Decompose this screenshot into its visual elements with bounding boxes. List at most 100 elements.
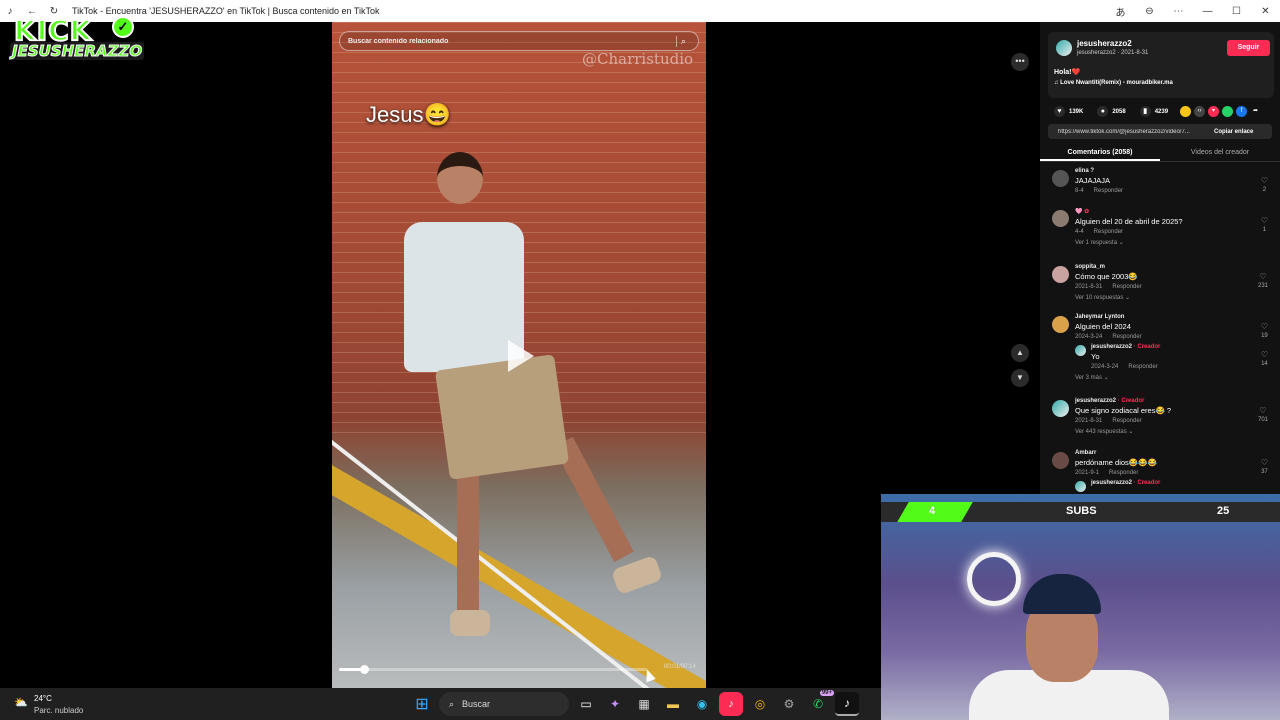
more-menu-icon[interactable]: ⋯ — [1164, 0, 1193, 22]
related-search-input[interactable] — [348, 37, 676, 45]
chrome-icon[interactable]: ◎ — [748, 692, 772, 716]
reply-avatar[interactable] — [1075, 345, 1086, 356]
commenter-avatar[interactable] — [1052, 170, 1069, 187]
share-arrow-icon[interactable]: ➦ — [1250, 106, 1261, 117]
creator-avatar[interactable] — [1056, 40, 1072, 56]
view-replies-link[interactable]: Ver 1 respuesta ⌄ — [1075, 239, 1254, 246]
search-icon[interactable]: ⌕ — [676, 35, 690, 47]
embed-icon[interactable]: ‹› — [1194, 106, 1205, 117]
view-more-link[interactable]: Ver 3 más ⌄ — [1075, 374, 1254, 381]
comment-date: 2021-8-31 — [1075, 284, 1103, 290]
comment-item: Jaheymar Lynton Alguien del 2024 2024-3-… — [1040, 314, 1280, 398]
comment-like[interactable]: ♡ 37 — [1261, 458, 1268, 475]
comment-text: Cómo que 2003😂 — [1075, 272, 1138, 281]
facebook-icon[interactable]: f — [1236, 106, 1247, 117]
play-icon[interactable] — [508, 340, 534, 372]
reply-button[interactable]: Responder — [1094, 229, 1123, 235]
reply-author[interactable]: jesusherazzo2 · Creador — [1091, 480, 1254, 486]
tiktok-app-icon[interactable]: ♪ — [719, 692, 743, 716]
tab-comments[interactable]: Comentarios (2058) — [1040, 144, 1160, 161]
commenter-name[interactable]: Jaheymar Lynton — [1075, 314, 1254, 320]
task-view-icon[interactable]: ▭ — [574, 692, 598, 716]
previous-video-icon[interactable]: ▲ — [1011, 344, 1029, 362]
commenter-avatar[interactable] — [1052, 316, 1069, 333]
comment-meta: 8-4 Responder — [1075, 188, 1254, 194]
heart-icon[interactable]: ♥ — [1054, 106, 1065, 117]
whatsapp-app-icon[interactable]: ✆ 99+ — [806, 690, 834, 716]
whatsapp-icon[interactable] — [1222, 106, 1233, 117]
tab-creator-videos[interactable]: Videos del creador — [1160, 144, 1280, 161]
send-icon[interactable]: ▾ — [1208, 106, 1219, 117]
commenter-avatar[interactable] — [1052, 400, 1069, 417]
comment-meta: 2021-9-1 Responder — [1075, 470, 1254, 476]
windows-taskbar: ⛅ 24°C Parc. nublado ⊞ ⌕ Buscar ▭ ✦ ▦ ▬ ◉… — [0, 688, 881, 720]
comment-like[interactable]: ♡ 2 — [1261, 176, 1268, 193]
edge-icon[interactable]: ◉ — [690, 692, 714, 716]
store-icon[interactable]: ▦ — [632, 692, 656, 716]
maximize-button[interactable]: ☐ — [1222, 0, 1251, 22]
video-stats: ♥ 139K ● 2058 ▮ 4239 — [1054, 106, 1168, 117]
commenter-avatar[interactable] — [1052, 452, 1069, 469]
comment-icon[interactable]: ● — [1097, 106, 1109, 117]
commenter-avatar[interactable] — [1052, 266, 1069, 283]
reply-avatar[interactable] — [1075, 481, 1086, 492]
commenter-name[interactable]: elina ? — [1075, 168, 1254, 174]
reply-text: Yo — [1091, 352, 1100, 361]
details-panel: jesusherazzo2 jesusherazzo2 · 2021-8-31 … — [1040, 22, 1280, 494]
music-link[interactable]: ♫ Love Nwantiti(Remix) - mouradbiker.ma — [1054, 80, 1173, 86]
reply-button[interactable]: Responder — [1109, 470, 1138, 476]
video-watermark: @Charristudio — [582, 50, 694, 68]
bookmark-icon[interactable]: ▮ — [1139, 106, 1151, 117]
comment-like-count: 701 — [1257, 417, 1268, 423]
copilot-icon[interactable]: ✦ — [603, 692, 627, 716]
reply-button[interactable]: Responder — [1112, 284, 1141, 290]
comment-like[interactable]: ♡ 1 — [1261, 216, 1268, 233]
subs-current: 4 — [929, 505, 936, 517]
creator-username[interactable]: jesusherazzo2 — [1077, 39, 1132, 48]
reply-button[interactable]: Responder — [1112, 334, 1141, 340]
commenter-name[interactable]: 🩷 ✿ — [1075, 208, 1254, 215]
windows-start-icon[interactable]: ⊞ — [410, 692, 434, 716]
commenter-name[interactable]: Ambarr — [1075, 450, 1254, 456]
close-button[interactable]: ✕ — [1251, 0, 1280, 22]
read-aloud-icon[interactable]: あ — [1106, 0, 1135, 22]
zoom-icon[interactable]: ⊖ — [1135, 0, 1164, 22]
commenter-name[interactable]: jesusherazzo2 · Creador — [1075, 398, 1254, 404]
comment-like[interactable]: ♡ 701 — [1258, 406, 1268, 423]
coin-icon[interactable] — [1180, 106, 1191, 117]
reply-button[interactable]: Responder — [1094, 188, 1123, 194]
reply-button[interactable]: Responder — [1128, 364, 1157, 370]
taskbar-search[interactable]: ⌕ Buscar — [439, 692, 569, 716]
reply-button[interactable]: Responder — [1112, 418, 1141, 424]
comment-reply: jesusherazzo2 · Creador Yo 2024-3-24 Resp… — [1075, 344, 1268, 370]
file-explorer-icon[interactable]: ▬ — [661, 692, 685, 716]
follow-button[interactable]: Seguir — [1227, 40, 1270, 56]
comment-like[interactable]: ♡ 231 — [1258, 272, 1268, 289]
view-replies-link[interactable]: Ver 10 respuestas ⌄ — [1075, 294, 1254, 301]
subs-target: 25 — [1217, 505, 1230, 517]
copy-link-button[interactable]: Copiar enlace — [1214, 129, 1253, 135]
likes-count: 139K — [1069, 108, 1084, 115]
reply-like[interactable]: ♡ 14 — [1261, 350, 1268, 367]
view-replies-link[interactable]: Ver 443 respuestas ⌄ — [1075, 428, 1254, 435]
more-options-icon[interactable]: ••• — [1011, 53, 1029, 71]
comment-date: 2021-8-31 — [1075, 418, 1103, 424]
video-progress-knob[interactable] — [359, 665, 369, 674]
creator-card: jesusherazzo2 jesusherazzo2 · 2021-8-31 … — [1048, 32, 1274, 98]
commenter-name[interactable]: soppita_m — [1075, 264, 1254, 270]
reply-author[interactable]: jesusherazzo2 · Creador — [1091, 344, 1254, 350]
video-time: 00:01/00:14 — [664, 664, 696, 670]
commenter-avatar[interactable] — [1052, 210, 1069, 227]
comment-meta: 2021-8-31 Responder — [1075, 418, 1254, 424]
comment-text: Alguien del 2024 — [1075, 322, 1131, 331]
next-video-icon[interactable]: ▼ — [1011, 369, 1029, 387]
tiktok-active-icon[interactable]: ♪ — [835, 692, 859, 716]
video-progress-bar[interactable] — [339, 665, 647, 674]
related-search-bar[interactable]: ⌕ — [339, 31, 699, 51]
person-shorts — [434, 354, 570, 480]
comment-like[interactable]: ♡ 19 — [1261, 322, 1268, 339]
minimize-button[interactable]: — — [1193, 0, 1222, 22]
comment-item: Ambarr perdóname dios😂😂😂 2021-9-1 Respond… — [1040, 450, 1280, 494]
settings-icon[interactable]: ⚙ — [777, 692, 801, 716]
comment-item: soppita_m Cómo que 2003😂 2021-8-31 Respon… — [1040, 264, 1280, 314]
